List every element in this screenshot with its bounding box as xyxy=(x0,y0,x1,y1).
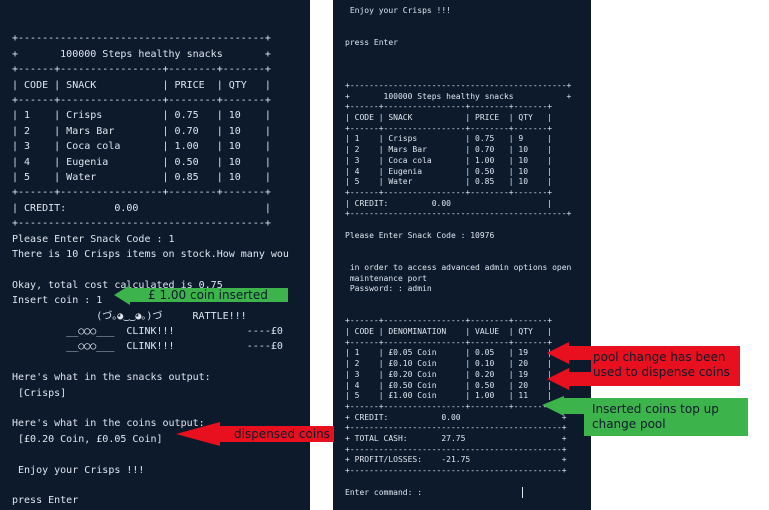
terminal-line: in order to access advanced admin option… xyxy=(345,262,572,272)
terminal-line: | 5 | Water | 0.85 | 10 | xyxy=(12,172,271,183)
terminal-line: +------+-----------------+--------+-----… xyxy=(345,337,553,347)
terminal-line: [£0.20 Coin, £0.05 Coin] xyxy=(12,433,163,445)
terminal-line: + PROFIT/LOSSES: -21.75 + xyxy=(345,455,567,465)
terminal-line: Please Enter Snack Code : 10976 xyxy=(345,230,495,240)
terminal-line: +------+-----------------+--------+-----… xyxy=(12,95,271,106)
terminal-line: Enjoy your Crisps !!! xyxy=(345,6,451,15)
terminal-line: +------+-----------------+--------+-----… xyxy=(345,401,553,411)
terminal-line: + CREDIT: 0.00 + xyxy=(345,412,567,422)
terminal-line: Please Enter Snack Code : 1 xyxy=(12,233,175,245)
terminal-line: | 2 | £0.10 Coin | 0.10 | 20 | xyxy=(345,359,553,369)
terminal-line: +---------------------------------------… xyxy=(345,423,567,433)
terminal-line: press Enter xyxy=(345,38,398,48)
terminal-line: Insert coin : 1 xyxy=(12,295,103,307)
terminal-line: + TOTAL CASH: 27.75 + xyxy=(345,434,567,443)
terminal-line: There is 10 Crisps items on stock.How ma… xyxy=(12,249,289,260)
terminal-line: | 1 | Crisps | 0.75 | 9 | xyxy=(345,134,553,144)
terminal-line: +------+-----------------+--------+-----… xyxy=(345,316,553,326)
terminal-line: +------+-----------------+--------+-----… xyxy=(345,123,553,133)
terminal-line: | 4 | Eugenia | 0.50 | 10 | xyxy=(345,166,553,176)
terminal-line: +------+-----------------+--------+-----… xyxy=(12,64,271,76)
terminal-line: | 1 | £0.05 Coin | 0.05 | 19 | xyxy=(345,348,553,358)
terminal-line: Password: : admin xyxy=(345,284,432,294)
text-cursor xyxy=(522,487,523,498)
terminal-line: | CODE | DENOMINATION | VALUE | QTY | xyxy=(345,327,553,336)
terminal-line: | 5 | Water | 0.85 | 10 | xyxy=(345,177,553,187)
terminal-line: +---------------------------------------… xyxy=(345,444,567,454)
annotation-dispensed-coins: dispensed coins xyxy=(176,422,334,446)
terminal-line: +---------------------------------------… xyxy=(12,33,271,45)
annotation-top-up: Inserted coins top up change pool xyxy=(542,396,748,436)
terminal-line: __○◯○___ CLINK!!! ----£0 xyxy=(12,341,283,353)
terminal-line: +---------------------------------------… xyxy=(345,466,567,476)
terminal-line: Enjoy your Crisps !!! xyxy=(12,464,145,476)
terminal-line: + 100000 Steps healthy snacks + xyxy=(12,48,271,60)
terminal-line: +---------------------------------------… xyxy=(345,80,572,90)
terminal-line: +------+-----------------+--------+-----… xyxy=(12,187,271,199)
terminal-line: | CODE | SNACK | PRICE | QTY | xyxy=(345,113,553,122)
terminal-line: | 3 | £0.20 Coin | 0.20 | 19 | xyxy=(345,369,553,379)
terminal-line: | 1 | Crisps | 0.75 | 10 | xyxy=(12,110,271,122)
terminal-line: | 4 | £0.50 Coin | 0.50 | 20 | xyxy=(345,380,553,390)
annotation-pool-change: pool change has been used to dispense co… xyxy=(547,342,740,390)
terminal-line: +---------------------------------------… xyxy=(345,209,572,219)
terminal-line: | 4 | Eugenia | 0.50 | 10 | xyxy=(12,156,271,168)
terminal-line: [Crisps] xyxy=(12,387,67,399)
terminal-line: | 5 | £1.00 Coin | 1.00 | 11 | xyxy=(345,391,553,401)
terminal-line: press Enter xyxy=(12,495,79,507)
terminal-line: maintenance port xyxy=(345,273,427,283)
terminal-line: (づ｡◕‿‿◕｡)づ RATTLE!!! xyxy=(12,310,247,322)
terminal-line: Here's what in the snacks output: xyxy=(12,372,211,384)
terminal-line: +------+-----------------+--------+-----… xyxy=(345,187,553,197)
terminal-line: +---------------------------------------… xyxy=(12,218,271,230)
terminal-line: | 2 | Mars Bar | 0.70 | 10 | xyxy=(345,145,553,155)
terminal-line: | 3 | Coca cola | 1.00 | 10 | xyxy=(345,155,553,165)
terminal-line: Enter command: : xyxy=(345,487,423,497)
terminal-line: __○◯○___ CLINK!!! ----£0 xyxy=(12,326,283,337)
terminal-line: | CODE | SNACK | PRICE | QTY | xyxy=(12,79,271,91)
terminal-line: | CREDIT: 0.00 | xyxy=(345,198,553,208)
terminal-line: + 100000 Steps healthy snacks + xyxy=(345,91,572,101)
annotation-coin-inserted: £ 1.00 coin inserted xyxy=(114,285,288,305)
terminal-line: | CREDIT: 0.00 | xyxy=(12,202,271,214)
terminal-line: | 2 | Mars Bar | 0.70 | 10 | xyxy=(12,125,271,137)
terminal-line: | 3 | Coca cola | 1.00 | 10 | xyxy=(12,141,271,153)
terminal-line: +------+-----------------+--------+-----… xyxy=(345,102,553,112)
